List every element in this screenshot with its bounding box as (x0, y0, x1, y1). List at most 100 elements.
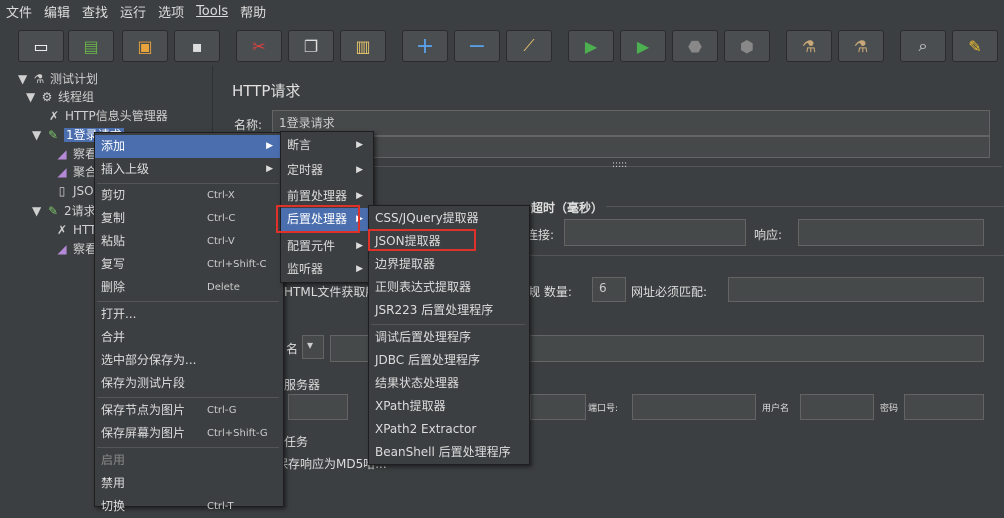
tree-node-json[interactable]: ▯ JSO (54, 182, 94, 200)
clear-button[interactable]: ⚗ (786, 30, 832, 62)
submenu-item-boundary[interactable]: 边界提取器 (369, 253, 527, 276)
chart-icon: ◢ (57, 147, 67, 161)
tree-node-header-manager[interactable]: ✗ HTTP信息头管理器 (46, 107, 168, 125)
name-input[interactable]: 1登录请求 (272, 110, 990, 136)
menu-item-open[interactable]: 打开... (95, 303, 281, 326)
menu-item-toggle[interactable]: 切换 Ctrl-T (95, 495, 281, 518)
proxy-username-input[interactable] (800, 394, 874, 420)
chevron-right-icon: ▶ (356, 140, 363, 150)
menu-options[interactable]: 选项 (152, 2, 190, 21)
tree-node-view-results[interactable]: ◢ 察看 (54, 145, 97, 163)
menu-item-insert-parent[interactable]: 插入上级 ▶ (95, 158, 281, 181)
collapse-button[interactable]: − (454, 30, 500, 62)
menu-item-enable[interactable]: 启用 (95, 449, 281, 472)
menu-item-delete[interactable]: 删除 Delete (95, 276, 281, 299)
menu-item-save-screen-image[interactable]: 保存屏幕为图片 Ctrl+Shift-G (95, 422, 281, 445)
menu-item-cut[interactable]: 剪切 Ctrl-X (95, 184, 281, 207)
menu-item-save-node-image[interactable]: 保存节点为图片 Ctrl-G (95, 399, 281, 422)
paste-button[interactable]: ▥ (340, 30, 386, 62)
tree-node-http[interactable]: ✗ HTT (54, 221, 97, 239)
menu-item-disable[interactable]: 禁用 (95, 472, 281, 495)
new-button[interactable]: ▭ (18, 30, 64, 62)
proxy-password-input[interactable] (904, 394, 984, 420)
url-match-input[interactable] (728, 277, 984, 302)
parallel-label: 规 数量: (528, 285, 572, 299)
menu-item-duplicate[interactable]: 复写 Ctrl+Shift-C (95, 253, 281, 276)
connect-label: 连接: (526, 228, 555, 242)
templates-button[interactable]: ▤ (68, 30, 114, 62)
implementation-label: 名 (286, 342, 299, 356)
submenu-item-beanshell[interactable]: BeanShell 后置处理程序 (369, 441, 527, 464)
submenu-item-debug[interactable]: 调试后置处理程序 (369, 326, 527, 349)
open-button[interactable]: ▣ (122, 30, 168, 62)
submenu-item-xpath[interactable]: XPath提取器 (369, 395, 527, 418)
submenu-item-xpath2[interactable]: XPath2 Extractor (369, 418, 527, 441)
proxy-port-input[interactable] (632, 394, 756, 420)
submenu-item-regex[interactable]: 正则表达式提取器 (369, 276, 527, 299)
tree-node-test-plan[interactable]: ▼ ⚗ 测试计划 (18, 70, 98, 88)
timeout-group-title: 超时（毫秒） (528, 199, 607, 216)
start-button[interactable]: ▶ (568, 30, 614, 62)
toggle-icon: ⟋ (523, 36, 535, 55)
response-timeout-input[interactable] (798, 219, 984, 246)
chart-icon: ◢ (57, 165, 67, 179)
chevron-right-icon: ▶ (266, 164, 273, 174)
menu-separator (97, 397, 279, 398)
menu-help[interactable]: 帮助 (234, 2, 272, 21)
open-icon: ▣ (137, 36, 153, 56)
tree-node-thread-group[interactable]: ▼ ⚙ 线程组 (26, 88, 94, 106)
expand-icon: + (415, 33, 435, 59)
response-label: 响应: (754, 228, 783, 242)
chart-icon: ◢ (57, 242, 67, 256)
menu-item-save-fragment[interactable]: 保存为测试片段 (95, 372, 281, 395)
submenu-item-css-jquery[interactable]: CSS/JQuery提取器 (369, 207, 527, 230)
menu-separator (97, 447, 279, 448)
connect-timeout-input[interactable] (564, 219, 746, 246)
menu-edit[interactable]: 编辑 (38, 2, 76, 21)
menu-run[interactable]: 运行 (114, 2, 152, 21)
cut-button[interactable]: ✂ (236, 30, 282, 62)
clear-all-button[interactable]: ⚗ (838, 30, 884, 62)
proxy-host-input[interactable] (530, 394, 586, 420)
comment-input[interactable] (360, 136, 990, 158)
shutdown-icon: ⬢ (740, 36, 754, 56)
menu-search[interactable]: 查找 (76, 2, 114, 21)
gear-icon: ⚙ (41, 90, 53, 104)
reset-search-button[interactable]: ✎ (952, 30, 998, 62)
implementation-dropdown[interactable]: ▾ (302, 335, 324, 359)
splitter-grip[interactable]: ::::: (612, 160, 627, 170)
submenu-item-assertions[interactable]: 断言 ▶ (281, 134, 371, 157)
parallel-count-input[interactable]: 6 (592, 277, 626, 302)
tree-node-view-2[interactable]: ◢ 察看 (54, 240, 97, 258)
proxy-scheme-input[interactable] (288, 394, 348, 420)
save-button[interactable]: ▪ (174, 30, 220, 62)
submenu-item-result-status[interactable]: 结果状态处理器 (369, 372, 527, 395)
tree-node-request-2[interactable]: ▼ ✎ 2请求 (32, 202, 96, 220)
search-button[interactable]: ⌕ (900, 30, 946, 62)
expand-button[interactable]: + (402, 30, 448, 62)
stop-button[interactable]: ⬣ (672, 30, 718, 62)
submenu-item-timers[interactable]: 定时器 ▶ (281, 159, 371, 182)
menu-file[interactable]: 文件 (0, 2, 38, 21)
submenu-item-jsr223[interactable]: JSR223 后置处理程序 (369, 299, 527, 322)
start-no-pause-button[interactable]: ▶ (620, 30, 666, 62)
collapse-icon: − (467, 33, 487, 59)
highlight-json-extractor (368, 229, 476, 251)
submenu-item-config-elements[interactable]: 配置元件 ▶ (281, 235, 371, 258)
copy-button[interactable]: ❐ (288, 30, 334, 62)
submenu-item-listeners[interactable]: 监听器 ▶ (281, 258, 371, 281)
copy-icon: ❐ (303, 36, 319, 56)
menu-item-save-selection[interactable]: 选中部分保存为... (95, 349, 281, 372)
shutdown-button[interactable]: ⬢ (724, 30, 770, 62)
toggle-button[interactable]: ⟋ (506, 30, 552, 62)
menu-item-merge[interactable]: 合并 (95, 326, 281, 349)
submenu-item-jdbc[interactable]: JDBC 后置处理程序 (369, 349, 527, 372)
menu-item-copy[interactable]: 复制 Ctrl-C (95, 207, 281, 230)
menu-tools[interactable]: Tools (190, 4, 234, 19)
chevron-right-icon: ▶ (266, 141, 273, 151)
save-icon: ▪ (191, 36, 203, 56)
proxy-group-title: 服务器 (284, 378, 321, 392)
menu-item-paste[interactable]: 粘贴 Ctrl-V (95, 230, 281, 253)
tree-node-aggregate[interactable]: ◢ 聚合 (54, 163, 97, 181)
menu-item-add[interactable]: 添加 ▶ (95, 135, 281, 158)
